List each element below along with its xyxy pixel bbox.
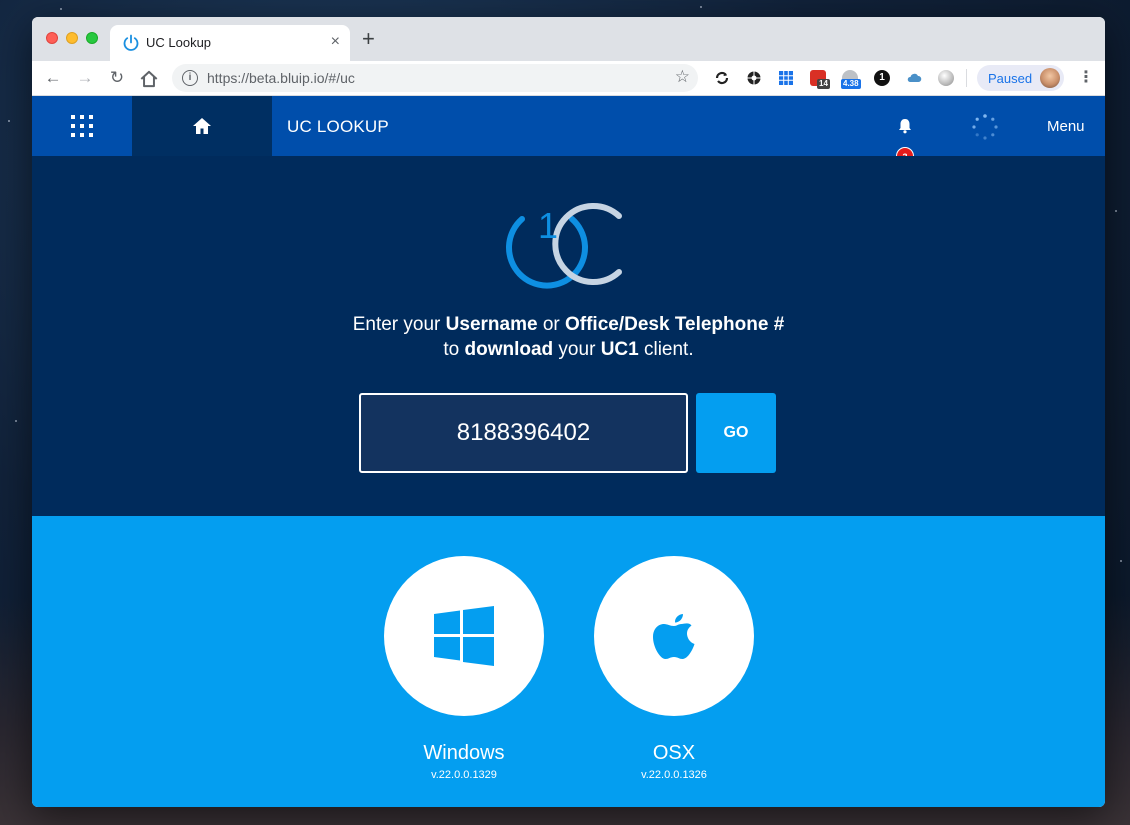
go-button[interactable]: GO	[696, 393, 776, 473]
new-tab-button[interactable]: +	[362, 28, 375, 50]
cloud-icon[interactable]	[906, 70, 922, 86]
browser-toolbar: ← → ↻ i https://beta.bluip.io/#/uc ☆ 14 …	[32, 61, 1105, 96]
page-title: UC LOOKUP	[287, 117, 389, 136]
speedometer-icon[interactable]: 4.38	[841, 70, 861, 89]
profile-button[interactable]: Paused	[977, 65, 1064, 91]
avatar	[1040, 68, 1060, 88]
bookmark-star-icon[interactable]: ☆	[675, 67, 690, 87]
instructions-line-2: to download your UC1 client.	[443, 339, 694, 360]
back-arrow-icon[interactable]: ←	[42, 67, 64, 89]
star	[15, 420, 17, 422]
tab-close-icon[interactable]: ×	[331, 33, 340, 51]
lookup-input[interactable]	[359, 393, 688, 473]
settings-wheel-icon[interactable]	[746, 70, 762, 86]
power-favicon-icon	[123, 34, 139, 51]
close-window-button[interactable]	[46, 32, 58, 44]
toolbar-divider	[966, 69, 967, 87]
reload-icon[interactable]: ↻	[106, 67, 128, 89]
uc-lookup-app: UC LOOKUP 3 Menu 1	[32, 96, 1105, 807]
lookup-hero: 1 Enter your Username or Office/Desk Tel…	[32, 156, 1105, 516]
instructions-text: Enter your Username or Office/Desk Telep…	[32, 312, 1105, 362]
windows-download[interactable]: Windows v.22.0.0.1329	[384, 556, 544, 781]
uc1-logo-icon: 1	[506, 203, 622, 289]
star	[1120, 560, 1122, 562]
profile-status-label: Paused	[988, 71, 1033, 86]
more-menu-icon[interactable]: ⋮	[1078, 68, 1094, 88]
osx-label: OSX	[652, 742, 696, 764]
apple-logo-icon	[653, 614, 695, 659]
address-bar[interactable]: i https://beta.bluip.io/#/uc ☆	[172, 64, 698, 92]
one-icon[interactable]: 1	[874, 70, 890, 86]
logo-digit: 1	[538, 205, 558, 246]
tab-strip: UC Lookup × +	[32, 17, 1105, 61]
minimize-window-button[interactable]	[66, 32, 78, 44]
osx-version: v.22.0.0.1326	[641, 769, 707, 781]
windows-version: v.22.0.0.1329	[431, 769, 497, 781]
osx-download-button[interactable]	[594, 556, 754, 716]
maximize-window-button[interactable]	[86, 32, 98, 44]
app-launcher-button[interactable]	[32, 96, 132, 156]
osx-download[interactable]: OSX v.22.0.0.1326	[594, 556, 754, 781]
home-icon	[193, 118, 211, 134]
star	[60, 8, 62, 10]
tab-uc-lookup[interactable]: UC Lookup ×	[110, 25, 350, 61]
home-nav-button[interactable]	[132, 96, 272, 156]
site-info-icon[interactable]: i	[182, 70, 198, 86]
star	[700, 6, 702, 8]
url-text: https://beta.bluip.io/#/uc	[207, 70, 355, 86]
notification-bell-icon[interactable]	[895, 116, 915, 136]
browser-window: UC Lookup × + ← → ↻ i https://beta.bluip…	[32, 17, 1105, 807]
circle-icon[interactable]	[938, 70, 954, 86]
windows-label: Windows	[423, 742, 505, 764]
menu-button[interactable]: Menu	[1047, 118, 1085, 135]
star	[8, 120, 10, 122]
forward-arrow-icon[interactable]: →	[74, 67, 96, 89]
windows-download-button[interactable]	[384, 556, 544, 716]
windows-logo-icon	[434, 606, 494, 666]
grid-app-icon[interactable]	[778, 70, 794, 86]
tab-title: UC Lookup	[146, 35, 212, 50]
downloads-section: Windows v.22.0.0.1329 OSX v.22.0.0.1326	[32, 516, 1105, 807]
instructions-line-1: Enter your Username or Office/Desk Telep…	[352, 314, 785, 335]
home-icon[interactable]	[138, 68, 160, 90]
loading-spinner-icon	[972, 114, 998, 140]
calendar-icon[interactable]: 14	[810, 70, 830, 89]
sync-icon[interactable]	[714, 70, 730, 86]
app-header: UC LOOKUP 3 Menu	[32, 96, 1105, 165]
dots-grid-icon	[71, 115, 93, 137]
star	[1115, 210, 1117, 212]
